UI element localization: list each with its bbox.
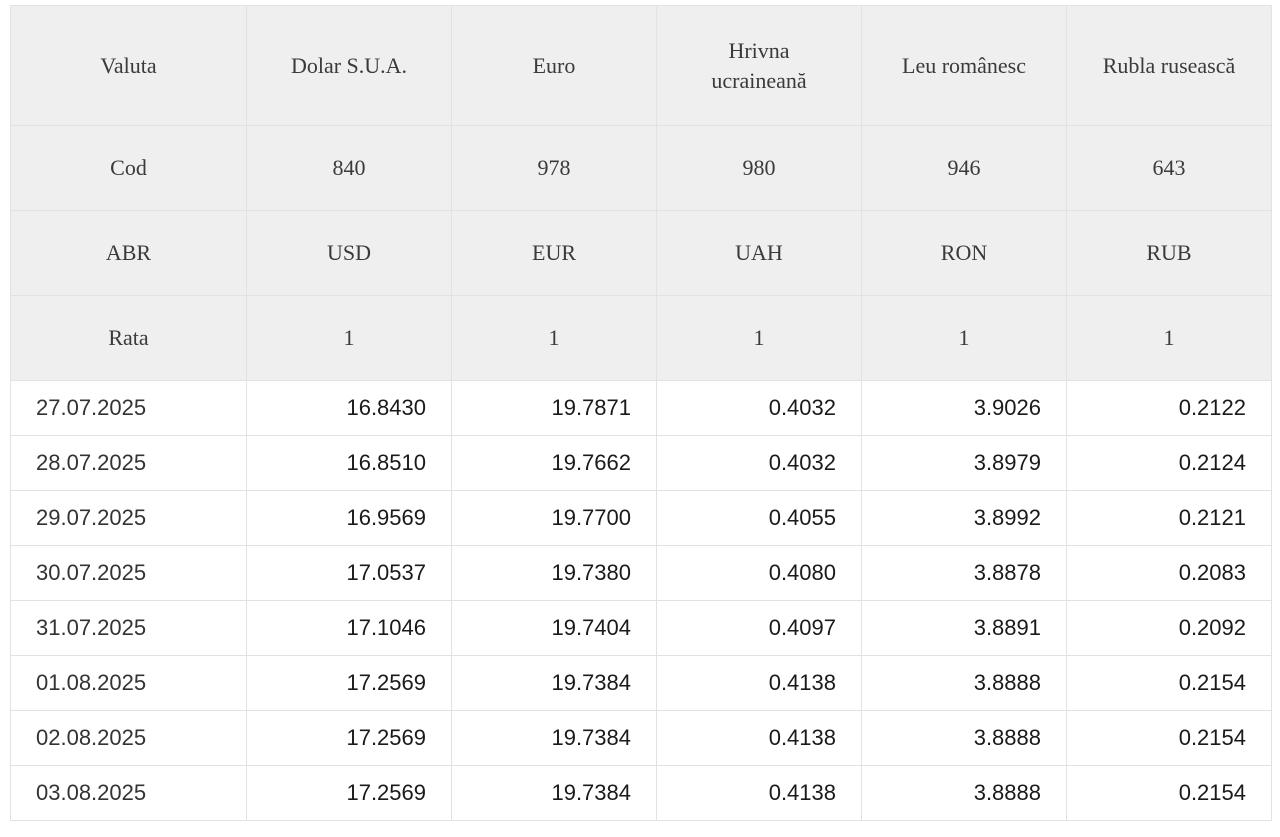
rate-ron: 3.8878 [861, 545, 1067, 601]
header-row-rate: Rata 1 1 1 1 1 [10, 295, 1272, 381]
table-row: 02.08.2025 17.2569 19.7384 0.4138 3.8888… [10, 710, 1272, 766]
rate-usd: 17.2569 [246, 710, 452, 766]
header-label-abr: ABR [10, 210, 247, 296]
currency-rate-eur: 1 [451, 295, 657, 381]
rate-ron: 3.8888 [861, 655, 1067, 711]
currency-rate-rub: 1 [1066, 295, 1272, 381]
rate-ron: 3.8888 [861, 710, 1067, 766]
rate-usd: 17.2569 [246, 655, 452, 711]
rate-rub: 0.2154 [1066, 765, 1272, 821]
exchange-rates-table: Valuta Dolar S.U.A. Euro Hrivna ucrainea… [10, 5, 1272, 821]
rate-uah: 0.4032 [656, 380, 862, 436]
row-date: 01.08.2025 [10, 655, 247, 711]
rate-usd: 16.8510 [246, 435, 452, 491]
rate-eur: 19.7384 [451, 655, 657, 711]
rate-eur: 19.7700 [451, 490, 657, 546]
rate-eur: 19.7871 [451, 380, 657, 436]
currency-name-rub: Rubla rusească [1066, 5, 1272, 126]
table-row: 28.07.2025 16.8510 19.7662 0.4032 3.8979… [10, 435, 1272, 491]
table-row: 29.07.2025 16.9569 19.7700 0.4055 3.8992… [10, 490, 1272, 546]
header-row-currency: Valuta Dolar S.U.A. Euro Hrivna ucrainea… [10, 5, 1272, 126]
currency-abr-usd: USD [246, 210, 452, 296]
rate-rub: 0.2083 [1066, 545, 1272, 601]
currency-code-uah: 980 [656, 125, 862, 211]
rate-uah: 0.4138 [656, 765, 862, 821]
rate-rub: 0.2092 [1066, 600, 1272, 656]
rate-ron: 3.8992 [861, 490, 1067, 546]
currency-code-eur: 978 [451, 125, 657, 211]
table-row: 01.08.2025 17.2569 19.7384 0.4138 3.8888… [10, 655, 1272, 711]
rate-ron: 3.9026 [861, 380, 1067, 436]
rate-rub: 0.2121 [1066, 490, 1272, 546]
currency-rate-uah: 1 [656, 295, 862, 381]
row-date: 31.07.2025 [10, 600, 247, 656]
currency-rate-ron: 1 [861, 295, 1067, 381]
currency-abr-rub: RUB [1066, 210, 1272, 296]
exchange-rates-table-container: Valuta Dolar S.U.A. Euro Hrivna ucrainea… [10, 5, 1272, 821]
rate-uah: 0.4138 [656, 655, 862, 711]
rate-eur: 19.7384 [451, 710, 657, 766]
currency-code-usd: 840 [246, 125, 452, 211]
rate-uah: 0.4080 [656, 545, 862, 601]
currency-abr-uah: UAH [656, 210, 862, 296]
row-date: 27.07.2025 [10, 380, 247, 436]
currency-code-ron: 946 [861, 125, 1067, 211]
rate-usd: 17.1046 [246, 600, 452, 656]
rate-eur: 19.7662 [451, 435, 657, 491]
currency-rate-usd: 1 [246, 295, 452, 381]
table-row: 31.07.2025 17.1046 19.7404 0.4097 3.8891… [10, 600, 1272, 656]
rate-uah: 0.4138 [656, 710, 862, 766]
rate-rub: 0.2154 [1066, 655, 1272, 711]
rate-ron: 3.8979 [861, 435, 1067, 491]
rate-rub: 0.2124 [1066, 435, 1272, 491]
rate-usd: 16.9569 [246, 490, 452, 546]
header-label-valuta: Valuta [10, 5, 247, 126]
currency-abr-eur: EUR [451, 210, 657, 296]
currency-name-eur: Euro [451, 5, 657, 126]
row-date: 02.08.2025 [10, 710, 247, 766]
table-row: 30.07.2025 17.0537 19.7380 0.4080 3.8878… [10, 545, 1272, 601]
currency-name-ron: Leu românesc [861, 5, 1067, 126]
header-row-abbreviation: ABR USD EUR UAH RON RUB [10, 210, 1272, 296]
row-date: 28.07.2025 [10, 435, 247, 491]
row-date: 29.07.2025 [10, 490, 247, 546]
header-row-code: Cod 840 978 980 946 643 [10, 125, 1272, 211]
rate-usd: 17.0537 [246, 545, 452, 601]
rate-ron: 3.8891 [861, 600, 1067, 656]
header-label-cod: Cod [10, 125, 247, 211]
rate-eur: 19.7380 [451, 545, 657, 601]
currency-abr-ron: RON [861, 210, 1067, 296]
rate-eur: 19.7404 [451, 600, 657, 656]
currency-code-rub: 643 [1066, 125, 1272, 211]
header-label-rata: Rata [10, 295, 247, 381]
rate-eur: 19.7384 [451, 765, 657, 821]
rate-uah: 0.4032 [656, 435, 862, 491]
table-row: 27.07.2025 16.8430 19.7871 0.4032 3.9026… [10, 380, 1272, 436]
rate-usd: 17.2569 [246, 765, 452, 821]
rate-rub: 0.2122 [1066, 380, 1272, 436]
rate-rub: 0.2154 [1066, 710, 1272, 766]
row-date: 03.08.2025 [10, 765, 247, 821]
currency-name-uah: Hrivna ucraineană [656, 5, 862, 126]
table-row: 03.08.2025 17.2569 19.7384 0.4138 3.8888… [10, 765, 1272, 821]
row-date: 30.07.2025 [10, 545, 247, 601]
rate-ron: 3.8888 [861, 765, 1067, 821]
currency-name-usd: Dolar S.U.A. [246, 5, 452, 126]
rate-usd: 16.8430 [246, 380, 452, 436]
rate-uah: 0.4055 [656, 490, 862, 546]
rate-uah: 0.4097 [656, 600, 862, 656]
